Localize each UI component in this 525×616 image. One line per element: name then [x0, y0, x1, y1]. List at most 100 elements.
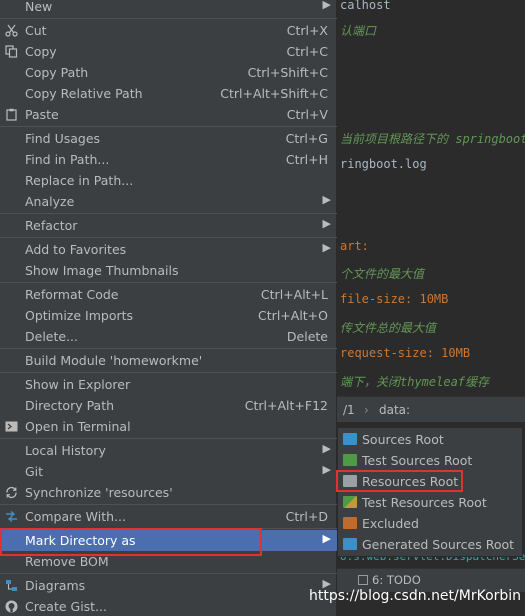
mark-directory-submenu: Sources Root Test Sources Root Resources… [337, 427, 523, 557]
menu-item-refactor[interactable]: Refactor ▶ [0, 215, 337, 236]
submenu-item-test-sources-root[interactable]: Test Sources Root [338, 450, 524, 471]
menu-item-label: Diagrams [25, 578, 86, 593]
submenu-item-test-resources-root[interactable]: Test Resources Root [338, 492, 524, 513]
menu-item-delete[interactable]: Delete... Delete [0, 326, 337, 347]
submenu-item-sources-root[interactable]: Sources Root [338, 429, 524, 450]
scissors-icon [5, 24, 18, 37]
menu-item-label: New [25, 0, 53, 14]
menu-item-show-image-thumbnails[interactable]: Show Image Thumbnails [0, 260, 337, 281]
menu-item-find-usages[interactable]: Find Usages Ctrl+G [0, 128, 337, 149]
menu-item-copy[interactable]: Copy Ctrl+C [0, 41, 337, 62]
submenu-arrow-icon: ▶ [322, 0, 331, 11]
menu-item-label: Refactor [25, 218, 78, 233]
menu-item-label: Synchronize 'resources' [25, 485, 173, 500]
menu-item-label: Local History [25, 443, 106, 458]
sync-icon [5, 486, 18, 499]
test-sources-folder-icon [343, 454, 357, 466]
menu-item-paste[interactable]: Paste Ctrl+V [0, 104, 337, 125]
menu-separator [0, 237, 337, 238]
code-line: ringboot.log [340, 157, 427, 171]
menu-item-git[interactable]: Git ▶ [0, 461, 337, 482]
code-line: calhost [340, 0, 391, 12]
menu-item-label: Remove BOM [25, 554, 109, 569]
menu-item-label: Reformat Code [25, 287, 119, 302]
menu-item-create-gist[interactable]: Create Gist... [0, 596, 337, 616]
code-line: 当前项目根路径下的 springboot [340, 132, 525, 146]
menu-item-copy-path[interactable]: Copy Path Ctrl+Shift+C [0, 62, 337, 83]
submenu-item-label: Excluded [362, 516, 419, 531]
generated-sources-folder-icon [343, 538, 357, 550]
shortcut: Ctrl+Shift+C [247, 65, 328, 80]
menu-separator [0, 348, 337, 349]
code-line: request-size: 10MB [340, 346, 471, 360]
menu-item-new[interactable]: New ▶ [0, 0, 337, 17]
diagram-icon [5, 579, 18, 592]
shortcut: Ctrl+X [286, 23, 328, 38]
menu-item-add-to-favorites[interactable]: Add to Favorites ▶ [0, 239, 337, 260]
menu-item-label: Show Image Thumbnails [25, 263, 179, 278]
menu-item-label: Copy Path [25, 65, 89, 80]
menu-item-cut[interactable]: Cut Ctrl+X [0, 20, 337, 41]
menu-item-synchronize[interactable]: Synchronize 'resources' [0, 482, 337, 503]
submenu-item-label: Sources Root [362, 432, 444, 447]
shortcut: Ctrl+V [286, 107, 328, 122]
menu-item-local-history[interactable]: Local History ▶ [0, 440, 337, 461]
menu-item-label: Analyze [25, 194, 75, 209]
copy-icon [5, 45, 18, 58]
menu-item-label: Cut [25, 23, 47, 38]
code-line: 传文件总的最大值 [340, 321, 437, 335]
submenu-item-label: Test Resources Root [362, 495, 487, 510]
menu-separator [0, 438, 337, 439]
menu-item-label: Delete... [25, 329, 78, 344]
submenu-item-generated-sources-root[interactable]: Generated Sources Root [338, 534, 524, 555]
code-line: 个文件的最大值 [340, 267, 425, 281]
menu-separator [0, 126, 337, 127]
menu-item-replace-in-path[interactable]: Replace in Path... [0, 170, 337, 191]
menu-item-copy-relative-path[interactable]: Copy Relative Path Ctrl+Alt+Shift+C [0, 83, 337, 104]
excluded-folder-icon [343, 517, 357, 529]
menu-item-show-in-explorer[interactable]: Show in Explorer [0, 374, 337, 395]
todo-tab-label: 6: TODO [372, 573, 421, 587]
menu-item-open-in-terminal[interactable]: Open in Terminal [0, 416, 337, 437]
menu-item-label: Find in Path... [25, 152, 110, 167]
todo-icon [358, 575, 368, 585]
menu-item-compare-with[interactable]: Compare With... Ctrl+D [0, 506, 337, 527]
todo-tab[interactable]: 6: TODO [358, 573, 421, 587]
shortcut: Ctrl+D [285, 509, 328, 524]
submenu-arrow-icon: ▶ [322, 463, 331, 476]
menu-item-diagrams[interactable]: Diagrams ▶ [0, 575, 337, 596]
clipboard-icon [5, 108, 18, 121]
menu-item-label: Show in Explorer [25, 377, 131, 392]
highlight-box-mark-directory [0, 528, 262, 556]
breadcrumb-item[interactable]: data: [379, 403, 410, 417]
menu-item-label: Replace in Path... [25, 173, 134, 188]
shortcut: Ctrl+C [286, 44, 328, 59]
menu-separator [0, 573, 337, 574]
menu-item-label: Compare With... [25, 509, 126, 524]
menu-item-label: Open in Terminal [25, 419, 131, 434]
submenu-arrow-icon: ▶ [322, 193, 331, 206]
breadcrumb-item[interactable]: /1 [343, 403, 355, 417]
menu-item-build-module[interactable]: Build Module 'homeworkme' [0, 350, 337, 371]
menu-separator [0, 282, 337, 283]
menu-item-label: Directory Path [25, 398, 115, 413]
menu-item-find-in-path[interactable]: Find in Path... Ctrl+H [0, 149, 337, 170]
watermark: https://blog.csdn.net/MrKorbin [309, 588, 522, 604]
menu-item-directory-path[interactable]: Directory Path Ctrl+Alt+F12 [0, 395, 337, 416]
shortcut: Ctrl+G [285, 131, 328, 146]
test-resources-folder-icon [343, 496, 357, 508]
code-line: 认端口 [340, 24, 377, 38]
github-icon [5, 600, 18, 613]
highlight-box-resources-root [336, 470, 463, 492]
menu-separator [0, 504, 337, 505]
submenu-item-excluded[interactable]: Excluded [338, 513, 524, 534]
submenu-arrow-icon: ▶ [322, 217, 331, 230]
context-menu: New ▶ Cut Ctrl+X Copy Ctrl+C Copy Path C… [0, 0, 337, 616]
submenu-item-label: Generated Sources Root [362, 537, 515, 552]
submenu-item-label: Test Sources Root [362, 453, 473, 468]
menu-item-analyze[interactable]: Analyze ▶ [0, 191, 337, 212]
menu-item-label: Create Gist... [25, 599, 108, 614]
menu-item-reformat-code[interactable]: Reformat Code Ctrl+Alt+L [0, 284, 337, 305]
menu-separator [0, 372, 337, 373]
menu-item-optimize-imports[interactable]: Optimize Imports Ctrl+Alt+O [0, 305, 337, 326]
